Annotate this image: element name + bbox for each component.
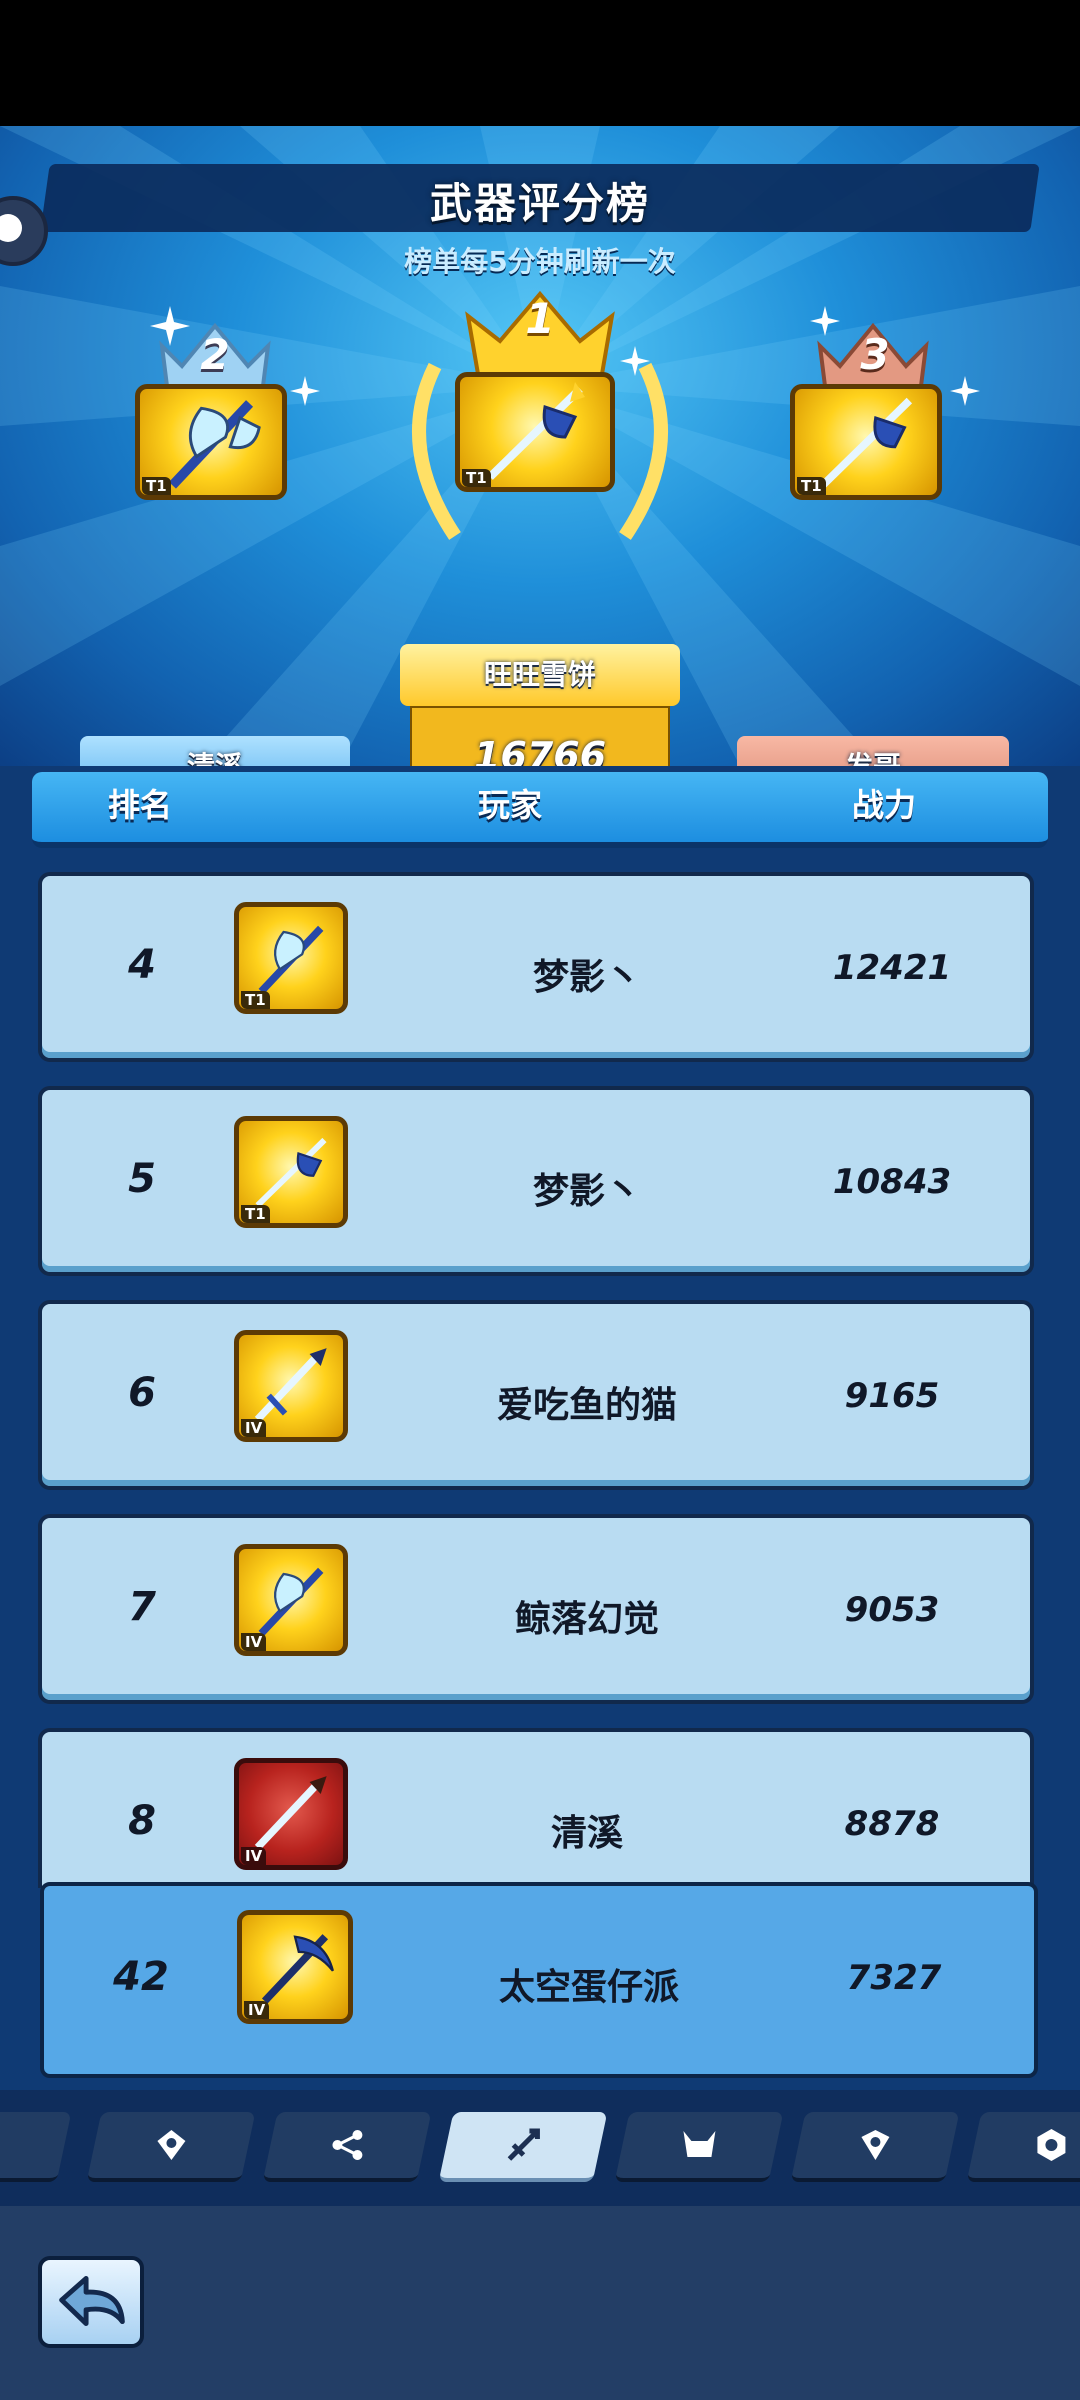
tier-badge: T1: [241, 1205, 270, 1223]
player-name-plate: 清溪: [80, 736, 350, 766]
table-row[interactable]: 4 T1 梦影丶 12421: [38, 872, 1034, 1062]
my-rank-row[interactable]: 42 IV 太空蛋仔派 7327: [40, 1882, 1038, 2078]
helmet-icon: [683, 2131, 716, 2157]
player-name-plate: 发哥: [737, 736, 1009, 766]
podium-area: 武器评分榜 榜单每5分钟刷新一次 2 T1 清溪 13932: [0, 126, 1080, 766]
weapon-icon-frame[interactable]: IV: [234, 1544, 348, 1656]
weapon-icon-frame[interactable]: T1: [234, 902, 348, 1014]
row-score: 9165: [844, 1376, 940, 1416]
row-player: 爱吃鱼的猫: [496, 1385, 677, 1426]
back-button[interactable]: [38, 2256, 144, 2348]
rank-number: 2: [200, 330, 230, 379]
refresh-note: 榜单每5分钟刷新一次: [404, 245, 676, 278]
row-player: 梦影丶: [532, 957, 641, 998]
my-score: 7327: [846, 1958, 942, 1998]
network-icon: [332, 2130, 363, 2160]
weapon-icon-frame[interactable]: T1: [135, 384, 287, 500]
header-power: 战力: [852, 786, 917, 824]
tab-helmet[interactable]: [614, 2112, 784, 2182]
tier-badge: T1: [797, 477, 826, 495]
player-name-plate: 旺旺雪饼: [400, 644, 680, 706]
armor-icon: [0, 2127, 5, 2163]
row-rank: 4: [128, 942, 156, 988]
weapon-icon-frame[interactable]: T1: [455, 372, 615, 492]
weapon-icon-frame[interactable]: T1: [234, 1116, 348, 1228]
my-rank: 42: [113, 1954, 169, 2000]
player-name: 清溪: [187, 750, 243, 766]
tier-badge: T1: [462, 469, 491, 487]
header-player: 玩家: [478, 786, 543, 824]
my-player-name: 太空蛋仔派: [498, 1967, 679, 2008]
row-score: 12421: [832, 948, 952, 988]
weapon-icon: [507, 2128, 540, 2161]
table-row[interactable]: 6 IV 爱吃鱼的猫 9165: [38, 1300, 1034, 1490]
player-score: 16766: [473, 734, 607, 766]
status-bar: [0, 0, 1080, 126]
tab-shield[interactable]: [790, 2112, 960, 2182]
row-player: 清溪: [550, 1813, 623, 1854]
table-row[interactable]: 7 IV 鲸落幻觉 9053: [38, 1514, 1034, 1704]
row-score: 9053: [844, 1590, 940, 1630]
page-title: 武器评分榜: [429, 179, 650, 228]
player-name: 旺旺雪饼: [483, 658, 596, 691]
table-row[interactable]: 8 IV 清溪 8878: [38, 1728, 1034, 1888]
weapon-icon-frame[interactable]: IV: [234, 1758, 348, 1870]
tab-armor[interactable]: [0, 2112, 72, 2182]
weapon-icon-frame[interactable]: IV: [234, 1330, 348, 1442]
rank-number: 3: [860, 330, 890, 379]
row-score: 10843: [832, 1162, 952, 1202]
row-rank: 5: [128, 1156, 156, 1202]
row-player: 梦影丶: [532, 1171, 641, 1212]
row-player: 鲸落幻觉: [514, 1599, 659, 1640]
row-score: 8878: [844, 1804, 940, 1844]
tier-badge: T1: [241, 991, 270, 1009]
tier-badge: IV: [241, 1847, 267, 1865]
tier-badge: IV: [244, 2001, 270, 2019]
row-rank: 6: [128, 1370, 156, 1416]
back-arrow-icon: [59, 2276, 125, 2327]
player-name: 发哥: [845, 750, 901, 766]
podium-rank-2[interactable]: 2 T1 清溪 13932: [80, 316, 350, 766]
shield-icon: [861, 2130, 890, 2160]
bottom-bar: [0, 2206, 1080, 2400]
row-rank: 8: [128, 1798, 156, 1844]
rank-number: 1: [525, 294, 555, 343]
tab-emblem[interactable]: [966, 2112, 1080, 2182]
tier-badge: IV: [241, 1633, 267, 1651]
podium-rank-1[interactable]: 1 T1 旺旺雪饼 16766: [400, 286, 680, 766]
tab-weapon[interactable]: [438, 2112, 608, 2182]
tier-badge: IV: [241, 1419, 267, 1437]
weapon-icon-frame[interactable]: IV: [237, 1910, 353, 2024]
tab-network[interactable]: [262, 2112, 432, 2182]
tier-badge: T1: [142, 477, 171, 495]
weapon-icon-frame[interactable]: T1: [790, 384, 942, 500]
podium-rank-3[interactable]: 3 T1 发哥 12575: [737, 316, 1010, 766]
emblem-icon: [1037, 2129, 1066, 2161]
table-row[interactable]: 5 T1 梦影丶 10843: [38, 1086, 1034, 1276]
tab-gem[interactable]: [86, 2112, 256, 2182]
gem-icon: [157, 2130, 186, 2160]
header-rank: 排名: [108, 786, 173, 824]
row-rank: 7: [128, 1584, 156, 1630]
